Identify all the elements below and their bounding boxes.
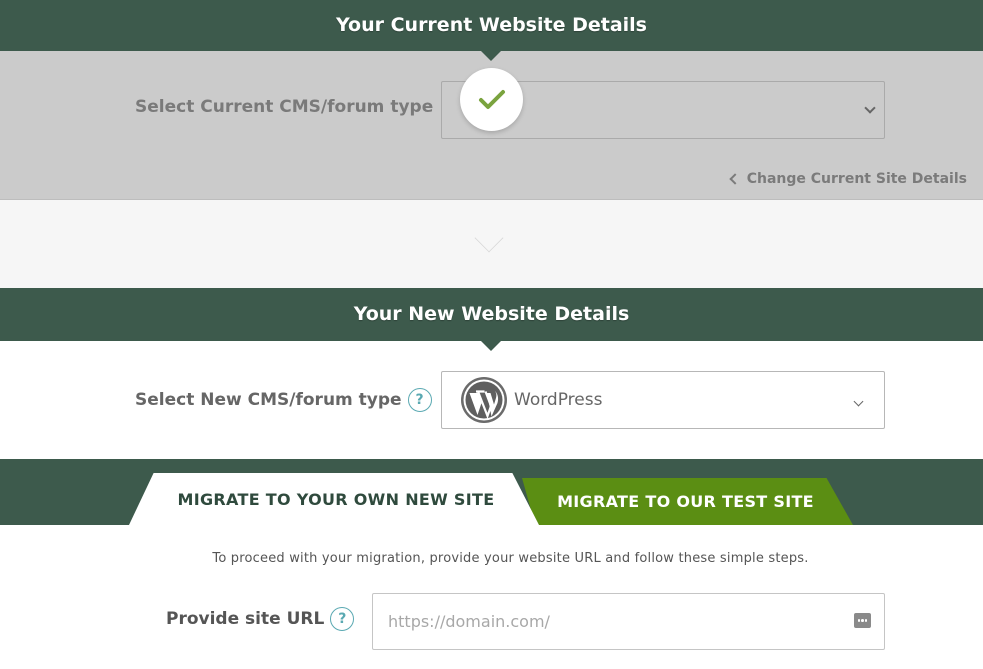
selected-cms-name: WordPress	[514, 390, 603, 410]
new-cms-select[interactable]: WordPress	[441, 371, 885, 429]
site-url-label: Provide site URL	[166, 609, 325, 629]
change-current-site-label: Change Current Site Details	[746, 171, 967, 187]
chevron-down-icon	[864, 102, 876, 114]
completed-step-badge	[460, 68, 523, 131]
tab-migrate-test-site-label: MIGRATE TO OUR TEST SITE	[557, 492, 814, 511]
down-arrow-icon	[474, 223, 504, 253]
new-website-panel: Select New CMS/forum type ? WordPress	[0, 341, 983, 459]
change-current-site-link[interactable]: Change Current Site Details	[728, 171, 967, 187]
migration-tab-bar: MIGRATE TO OUR TEST SITE MIGRATE TO YOUR…	[0, 459, 983, 525]
site-url-field	[372, 593, 885, 650]
site-url-label-row: Provide site URL ?	[166, 607, 355, 631]
current-website-title: Your Current Website Details	[336, 14, 647, 36]
migration-instructions: To proceed with your migration, provide …	[212, 551, 809, 566]
check-icon	[478, 89, 505, 109]
tab-migrate-test-site[interactable]: MIGRATE TO OUR TEST SITE	[522, 478, 853, 525]
help-icon[interactable]: ?	[330, 607, 355, 631]
wordpress-icon	[461, 377, 507, 423]
help-icon[interactable]: ?	[407, 388, 432, 412]
new-cms-label-row: Select New CMS/forum type ?	[135, 388, 432, 412]
chevron-down-icon	[853, 396, 864, 407]
chevron-left-icon	[729, 173, 741, 185]
header-notch	[481, 341, 501, 351]
current-website-header: Your Current Website Details	[0, 0, 983, 61]
step-separator	[0, 200, 983, 288]
new-cms-label: Select New CMS/forum type	[135, 390, 402, 410]
password-manager-icon[interactable]	[854, 613, 871, 628]
new-website-title: Your New Website Details	[353, 303, 630, 325]
current-cms-label: Select Current CMS/forum type	[135, 97, 434, 117]
site-url-input[interactable]	[373, 594, 813, 649]
tab-migrate-own-site[interactable]: MIGRATE TO YOUR OWN NEW SITE	[129, 473, 539, 525]
header-notch	[481, 51, 501, 61]
tab-migrate-own-site-label: MIGRATE TO YOUR OWN NEW SITE	[177, 489, 495, 509]
new-website-header: Your New Website Details	[0, 288, 983, 351]
